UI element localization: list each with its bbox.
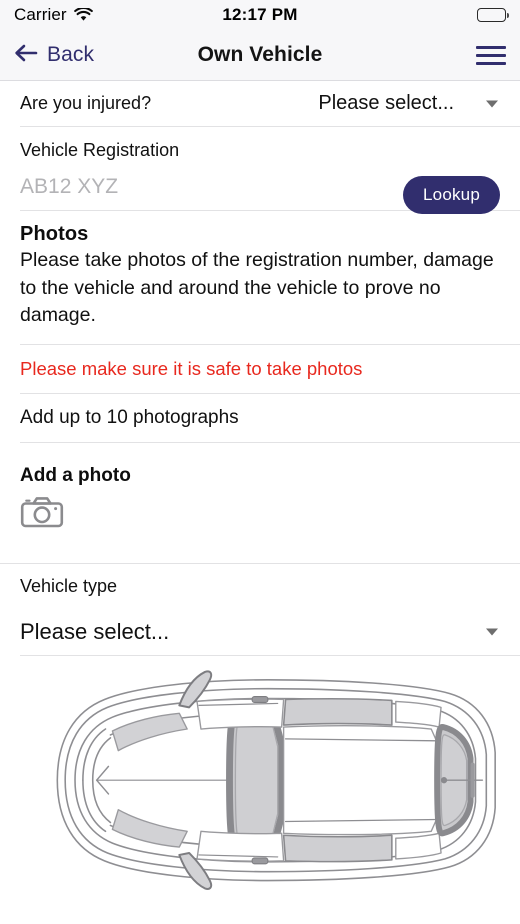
camera-icon[interactable] <box>20 495 64 529</box>
registration-input[interactable] <box>20 175 280 199</box>
form-content: Are you injured? Please select... Vehicl… <box>0 81 520 924</box>
field-vehicle-type[interactable]: Please select... <box>0 608 520 655</box>
arrow-left-icon <box>14 43 38 68</box>
battery-full-icon <box>477 8 509 22</box>
vehicle-type-label: Vehicle type <box>20 575 118 596</box>
hamburger-menu-icon[interactable] <box>476 42 506 69</box>
registration-label: Vehicle Registration <box>20 140 180 160</box>
chevron-down-icon <box>486 100 498 107</box>
status-bar-right <box>477 8 509 22</box>
lookup-button[interactable]: Lookup <box>403 176 500 214</box>
car-top-view-diagram[interactable] <box>0 656 520 924</box>
wifi-icon <box>73 8 93 22</box>
injured-label: Are you injured? <box>20 93 152 113</box>
photos-description: Please take photos of the registration n… <box>20 249 494 327</box>
photos-section: Photos Please take photos of the registr… <box>0 211 520 344</box>
vehicle-type-select-value: Please select... <box>20 618 170 644</box>
status-bar: Carrier 12:17 PM <box>0 0 520 30</box>
status-bar-left: Carrier <box>14 5 93 25</box>
safety-warning-text: Please make sure it is safe to take phot… <box>20 358 363 380</box>
photo-limit-row: Add up to 10 photographs <box>0 394 520 442</box>
photos-heading: Photos <box>20 223 89 245</box>
navigation-bar: Back Own Vehicle <box>0 30 520 81</box>
photo-limit-text: Add up to 10 photographs <box>20 407 239 429</box>
carrier-label: Carrier <box>14 5 67 24</box>
add-photo-section: Add a photo <box>0 443 520 563</box>
app-screen: Carrier 12:17 PM Back Own Vehicle Are yo… <box>0 0 520 924</box>
chevron-down-icon <box>486 628 498 636</box>
back-button-label: Back <box>47 43 95 66</box>
back-button[interactable]: Back <box>14 43 94 68</box>
field-vehicle-registration: Vehicle Registration Lookup <box>0 127 520 214</box>
injured-select-value: Please select... <box>318 92 454 114</box>
field-are-you-injured[interactable]: Are you injured? Please select... <box>0 81 520 126</box>
safety-warning: Please make sure it is safe to take phot… <box>0 345 520 393</box>
vehicle-type-label-row: Vehicle type <box>0 564 520 608</box>
add-photo-heading: Add a photo <box>20 465 131 487</box>
